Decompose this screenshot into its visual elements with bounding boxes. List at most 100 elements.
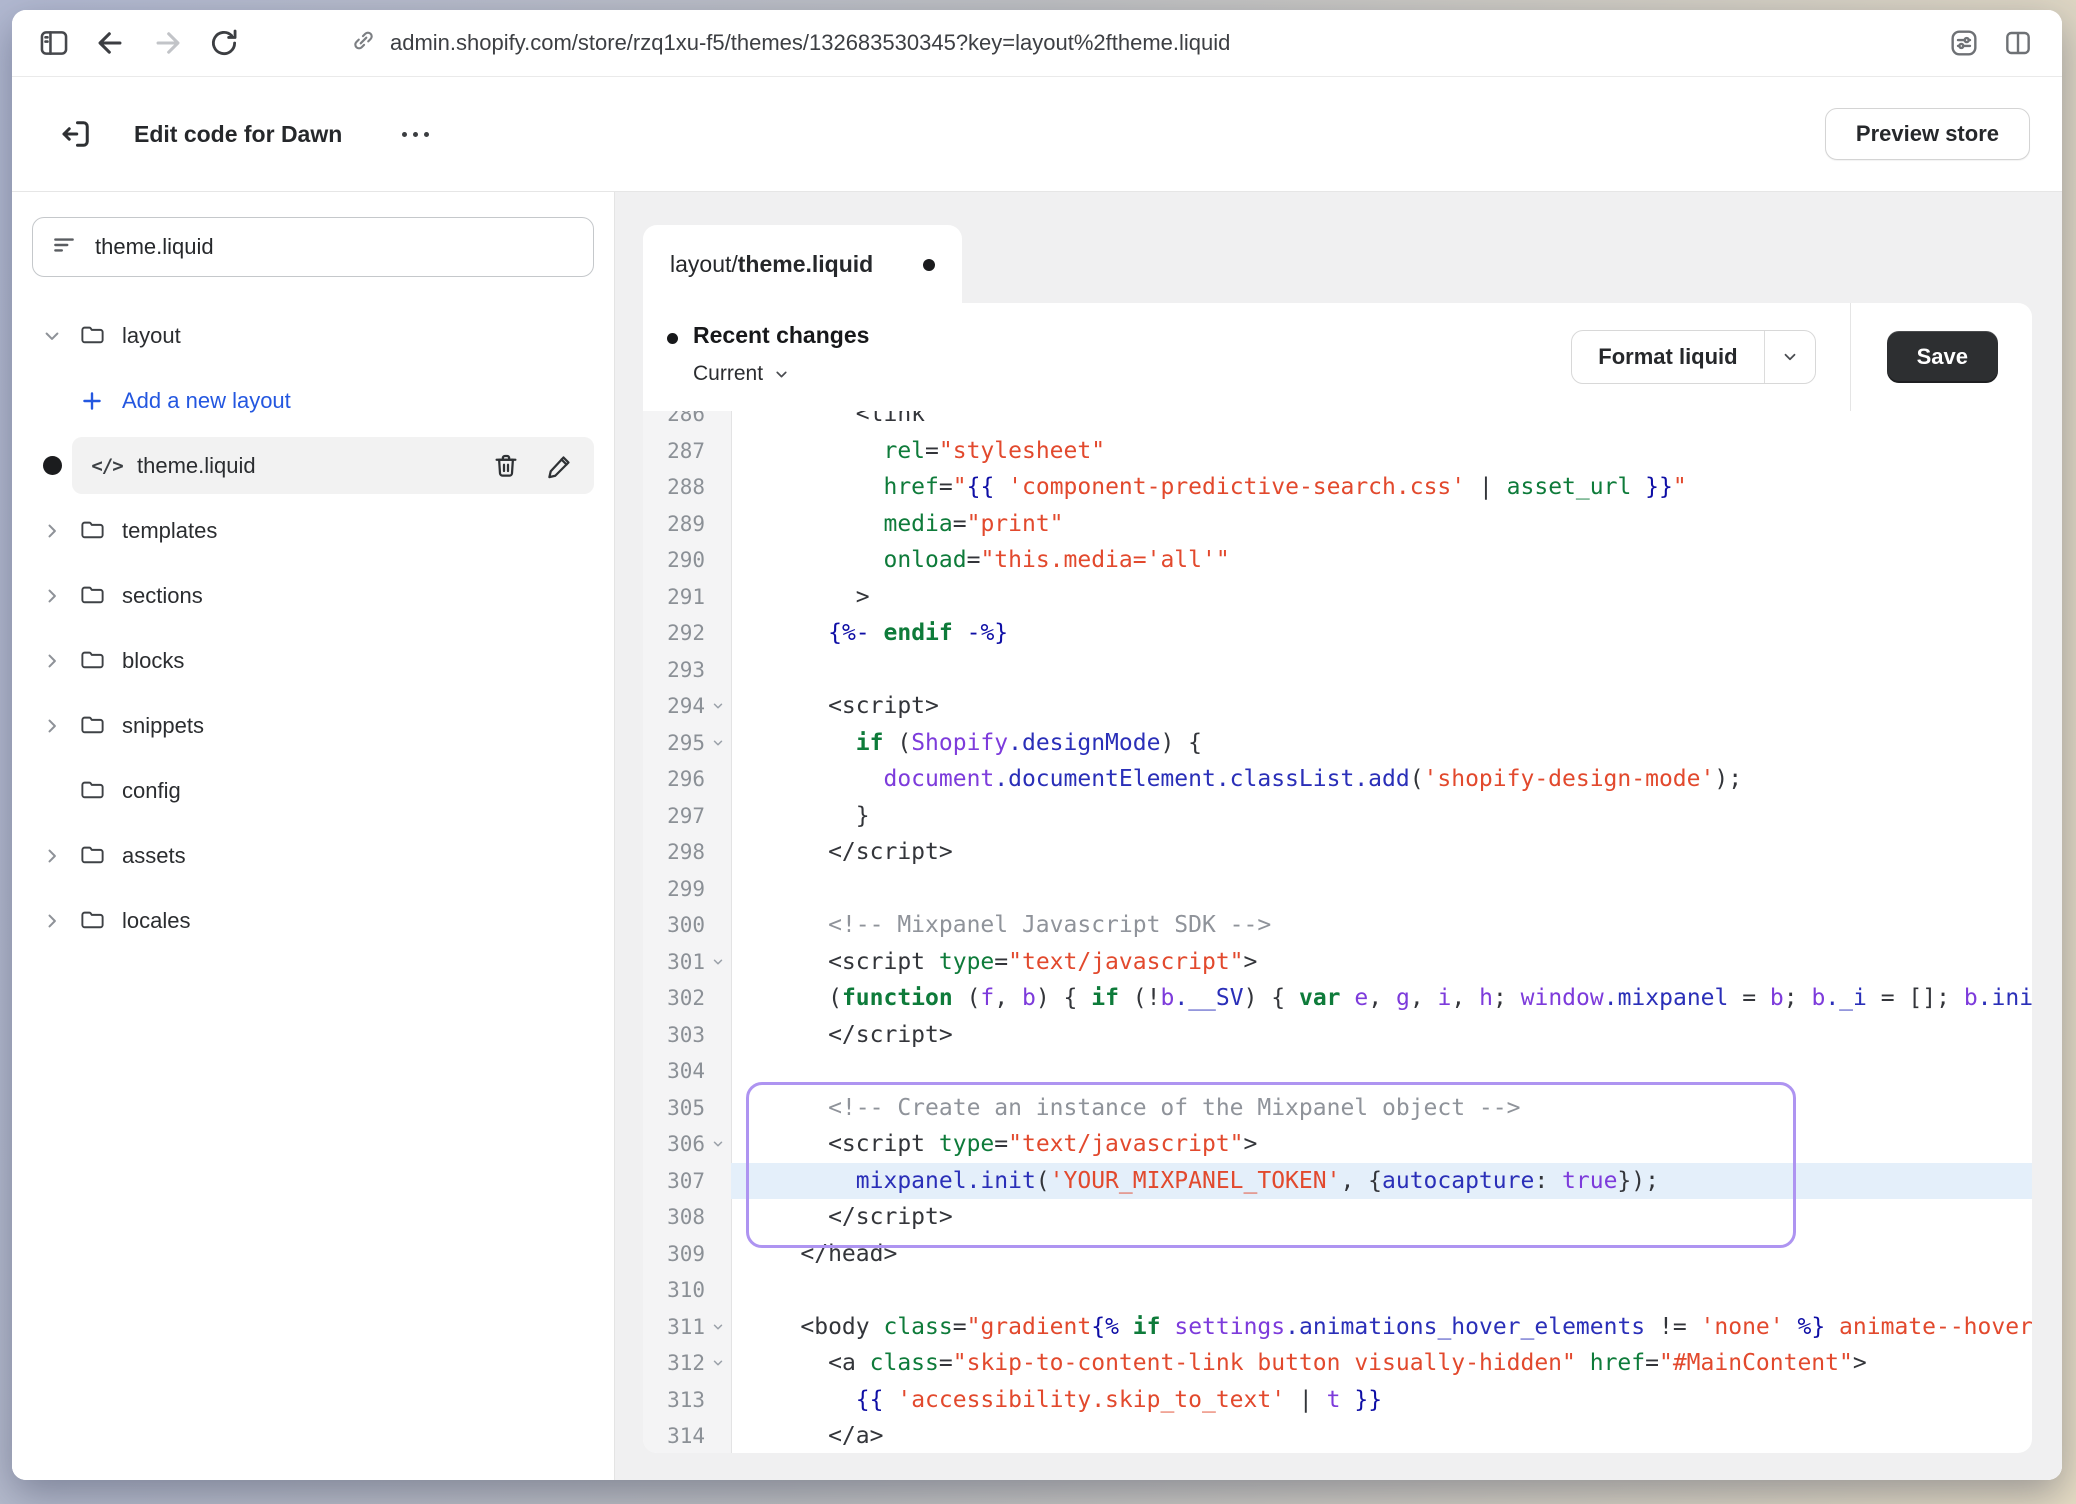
code-line-309[interactable]: 309 </head> <box>643 1236 2032 1273</box>
code-line-310[interactable]: 310 <box>643 1272 2032 1309</box>
fold-toggle[interactable] <box>705 1126 731 1163</box>
code-line-299[interactable]: 299 <box>643 871 2032 908</box>
code-line-293[interactable]: 293 <box>643 652 2032 689</box>
sidebar-item-sections[interactable]: sections <box>32 567 594 624</box>
line-number: 286 <box>643 411 705 433</box>
line-number: 292 <box>643 615 705 652</box>
code-text: document.documentElement.classList.add('… <box>731 761 2032 798</box>
line-number: 310 <box>643 1272 705 1309</box>
tab-theme-liquid[interactable]: layout/theme.liquid <box>643 225 962 304</box>
format-liquid-caret[interactable] <box>1764 331 1815 383</box>
file-label: theme.liquid <box>137 453 256 479</box>
delete-file-button[interactable] <box>487 447 525 485</box>
code-line-287[interactable]: 287 rel="stylesheet" <box>643 433 2032 470</box>
sidebar-item-config[interactable]: config <box>32 762 594 819</box>
sidebar-item-add-a-new-layout[interactable]: Add a new layout <box>32 372 594 429</box>
tune-icon[interactable] <box>1944 23 1984 63</box>
active-file-row[interactable]: </>theme.liquid <box>72 437 594 494</box>
code-line-302[interactable]: 302 (function (f, b) { if (!b.__SV) { va… <box>643 980 2032 1017</box>
sidebar-item-locales[interactable]: locales <box>32 892 594 949</box>
search-input[interactable] <box>93 233 575 261</box>
format-liquid-button[interactable]: Format liquid <box>1572 331 1763 383</box>
exit-icon[interactable] <box>56 114 96 154</box>
code-line-307[interactable]: 307 mixpanel.init('YOUR_MIXPANEL_TOKEN',… <box>643 1163 2032 1200</box>
code-line-306[interactable]: 306 <script type="text/javascript"> <box>643 1126 2032 1163</box>
fold-spacer <box>705 871 731 908</box>
line-number: 296 <box>643 761 705 798</box>
sidebar-item-theme.liquid[interactable]: </>theme.liquid <box>32 437 594 494</box>
fold-toggle[interactable] <box>705 1345 731 1382</box>
forward-icon[interactable] <box>148 23 188 63</box>
code-line-289[interactable]: 289 media="print" <box>643 506 2032 543</box>
code-text: rel="stylesheet" <box>731 433 2032 470</box>
code-line-305[interactable]: 305 <!-- Create an instance of the Mixpa… <box>643 1090 2032 1127</box>
fold-chevron-icon <box>711 1320 725 1334</box>
sidebar-item-snippets[interactable]: snippets <box>32 697 594 754</box>
fold-toggle[interactable] <box>705 688 731 725</box>
code-line-314[interactable]: 314 </a> <box>643 1418 2032 1453</box>
folder-icon <box>79 712 106 739</box>
line-number: 313 <box>643 1382 705 1419</box>
sidebar-item-assets[interactable]: assets <box>32 827 594 884</box>
code-editor[interactable]: 286 <link287 rel="stylesheet"288 href="{… <box>643 411 2032 1453</box>
save-button[interactable]: Save <box>1887 331 1998 383</box>
chevron-right-icon <box>42 521 62 541</box>
code-line-312[interactable]: 312 <a class="skip-to-content-link butto… <box>643 1345 2032 1382</box>
fold-spacer <box>705 506 731 543</box>
code-line-294[interactable]: 294 <script> <box>643 688 2032 725</box>
preview-store-button[interactable]: Preview store <box>1825 108 2030 160</box>
recent-changes-dot <box>667 333 678 344</box>
code-line-291[interactable]: 291 > <box>643 579 2032 616</box>
code-text: <!-- Mixpanel Javascript SDK --> <box>731 907 2032 944</box>
sidebar-panel-icon[interactable] <box>34 23 74 63</box>
line-number: 300 <box>643 907 705 944</box>
code-line-303[interactable]: 303 </script> <box>643 1017 2032 1054</box>
code-text: media="print" <box>731 506 2032 543</box>
code-text: <!-- Create an instance of the Mixpanel … <box>731 1090 2032 1127</box>
code-text: onload="this.media='all'" <box>731 542 2032 579</box>
address-bar[interactable]: admin.shopify.com/store/rzq1xu-f5/themes… <box>350 10 1230 76</box>
code-text: {{ 'accessibility.skip_to_text' | t }} <box>731 1382 2032 1419</box>
version-dropdown[interactable]: Current <box>693 362 869 386</box>
code-line-313[interactable]: 313 {{ 'accessibility.skip_to_text' | t … <box>643 1382 2032 1419</box>
code-line-300[interactable]: 300 <!-- Mixpanel Javascript SDK --> <box>643 907 2032 944</box>
fold-spacer <box>705 1017 731 1054</box>
fold-chevron-icon <box>711 1137 725 1151</box>
version-label: Current <box>693 362 763 386</box>
more-actions-icon[interactable] <box>392 122 439 147</box>
fold-spacer <box>705 1090 731 1127</box>
sidebar-item-templates[interactable]: templates <box>32 502 594 559</box>
code-text: {%- endif -%} <box>731 615 2032 652</box>
sidebar-item-blocks[interactable]: blocks <box>32 632 594 689</box>
back-icon[interactable] <box>90 23 130 63</box>
fold-toggle[interactable] <box>705 1309 731 1346</box>
code-line-297[interactable]: 297 } <box>643 798 2032 835</box>
code-line-308[interactable]: 308 </script> <box>643 1199 2032 1236</box>
code-line-288[interactable]: 288 href="{{ 'component-predictive-searc… <box>643 469 2032 506</box>
folder-icon <box>79 582 106 609</box>
rename-file-button[interactable] <box>541 447 579 485</box>
code-line-304[interactable]: 304 <box>643 1053 2032 1090</box>
code-line-292[interactable]: 292 {%- endif -%} <box>643 615 2032 652</box>
fold-toggle[interactable] <box>705 725 731 762</box>
code-text: <body class="gradient{% if settings.anim… <box>731 1309 2032 1346</box>
pencil-icon <box>545 451 575 481</box>
code-line-298[interactable]: 298 </script> <box>643 834 2032 871</box>
code-line-295[interactable]: 295 if (Shopify.designMode) { <box>643 725 2032 762</box>
folder-icon <box>79 322 106 349</box>
fold-spacer <box>705 652 731 689</box>
fold-toggle[interactable] <box>705 944 731 981</box>
sidebar-item-layout[interactable]: layout <box>32 307 594 364</box>
folder-label: sections <box>122 583 203 609</box>
code-line-311[interactable]: 311 <body class="gradient{% if settings.… <box>643 1309 2032 1346</box>
code-line-296[interactable]: 296 document.documentElement.classList.a… <box>643 761 2032 798</box>
tab-path-prefix: layout/ <box>670 251 738 278</box>
folder-icon <box>79 647 106 674</box>
code-line-286[interactable]: 286 <link <box>643 411 2032 433</box>
code-line-301[interactable]: 301 <script type="text/javascript"> <box>643 944 2032 981</box>
split-view-icon[interactable] <box>1998 23 2038 63</box>
reload-icon[interactable] <box>204 23 244 63</box>
folder-label: assets <box>122 843 186 869</box>
folder-label: snippets <box>122 713 204 739</box>
code-line-290[interactable]: 290 onload="this.media='all'" <box>643 542 2032 579</box>
